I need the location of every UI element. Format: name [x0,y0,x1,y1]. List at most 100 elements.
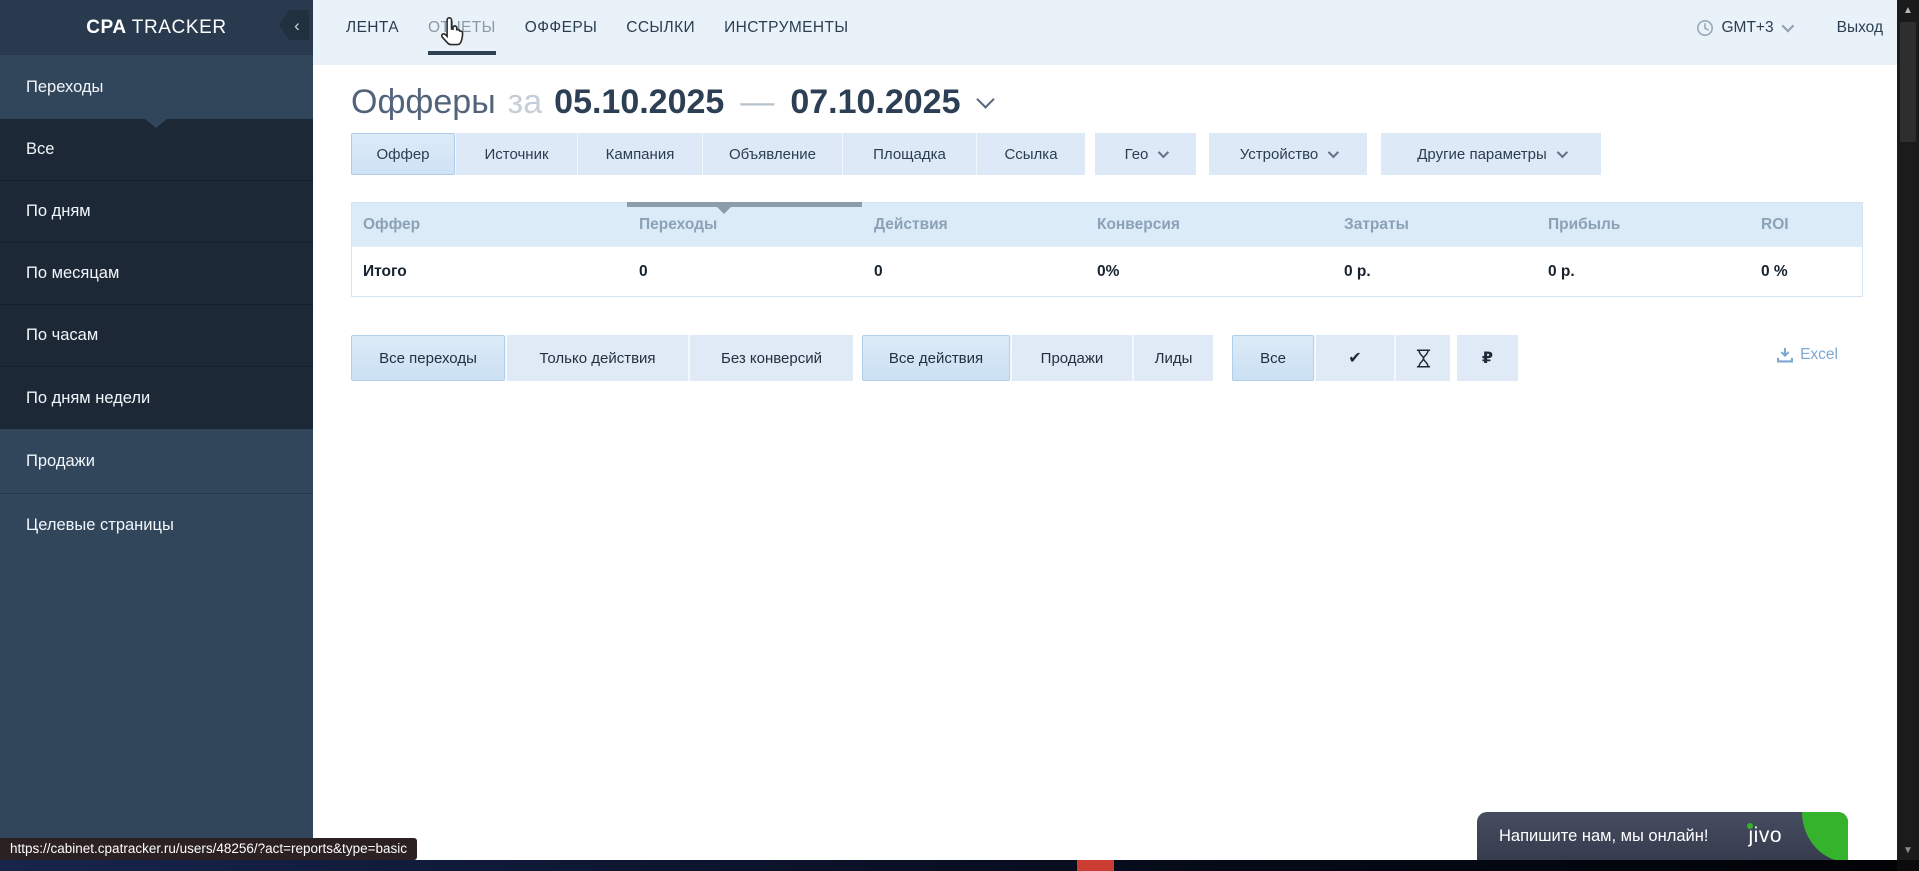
filter-bez-konversiy[interactable]: Без конверсий [688,335,853,381]
filter-vse-deystviya[interactable]: Все действия [862,335,1010,381]
filter-status-vse[interactable]: Все [1232,335,1314,381]
sidebar-item-po-dnyam[interactable]: По дням [0,181,313,243]
report-content: Офферы за 05.10.2025 — 07.10.2025 Оффер … [313,65,1897,860]
nav-item-lenta[interactable]: ЛЕНТА [346,0,399,55]
chat-message: Напишите нам, мы онлайн! [1499,827,1708,846]
tab-label: Оффер [376,146,429,163]
chevron-down-icon [1328,147,1339,158]
button-label: Лиды [1155,350,1193,367]
filter-prodazhi[interactable]: Продажи [1010,335,1132,381]
logout-link[interactable]: Выход [1837,19,1883,37]
check-icon: ✔ [1348,348,1361,368]
date-range-chevron-icon[interactable] [976,90,994,108]
sidebar: CPATRACKER ‹ Переходы Все По дням По мес… [0,0,313,860]
nav-item-ssylki[interactable]: ССЫЛКИ [626,0,695,55]
filter-pending-button[interactable] [1394,335,1450,381]
actions-filter-group: Все действия Продажи Лиды [862,335,1213,381]
tab-label: Ссылка [1004,146,1057,163]
tab-label: Источник [484,146,548,163]
col-header-offer[interactable]: Оффер [352,203,628,246]
export-excel-link[interactable]: Excel [1777,346,1838,364]
nav-item-label: ЛЕНТА [346,19,399,37]
tab-offer[interactable]: Оффер [351,133,455,175]
total-konversiya: 0% [1086,247,1333,296]
sidebar-submenu: Все По дням По месяцам По часам По дням … [0,119,313,429]
dropdown-label: Гео [1125,146,1149,163]
col-header-perehody[interactable]: Переходы [628,203,863,246]
tab-label: Кампания [606,146,675,163]
timezone-label: GMT+3 [1722,19,1774,37]
scroll-up-arrow-icon[interactable]: ▲ [1897,0,1919,20]
table-header-row: Оффер Переходы Действия Конверсия Затрат… [352,203,1862,246]
scrollbar-thumb[interactable] [1900,22,1916,142]
filter-ruble-button[interactable]: ₽ [1457,335,1518,381]
collapse-chevron-icon: ‹ [294,17,300,34]
tab-istochnik[interactable]: Источник [455,133,577,175]
tab-ssylka[interactable]: Ссылка [976,133,1085,175]
topbar-right-controls: GMT+3 Выход [1696,0,1884,55]
active-section-notch [145,119,167,128]
title-preposition: за [508,83,543,122]
sidebar-item-perehody[interactable]: Переходы [0,55,313,119]
col-header-roi[interactable]: ROI [1750,203,1862,246]
ruble-icon: ₽ [1482,348,1493,368]
device-dropdown[interactable]: Устройство [1209,133,1367,175]
sidebar-item-prodazhi[interactable]: Продажи [0,429,313,493]
sidebar-collapse-button[interactable]: ‹ [279,10,309,40]
geo-dropdown[interactable]: Гео [1095,133,1196,175]
total-pribyl: 0 р. [1537,247,1750,296]
sidebar-item-vse[interactable]: Все [0,119,313,181]
dropdown-label: Другие параметры [1417,146,1547,163]
total-perehody: 0 [628,247,863,296]
tab-obyavlenie[interactable]: Объявление [702,133,842,175]
filter-buttons-row: Все переходы Только действия Без конверс… [351,335,1518,381]
other-params-dropdown[interactable]: Другие параметры [1381,133,1601,175]
tab-kampaniya[interactable]: Кампания [577,133,702,175]
status-filter-group: Все ✔ [1232,335,1450,381]
total-deystviya: 0 [863,247,1086,296]
chevron-down-icon [1557,147,1568,158]
date-to[interactable]: 07.10.2025 [790,83,960,122]
sidebar-item-po-chasam[interactable]: По часам [0,305,313,367]
jivo-logo: jivo [1748,824,1782,848]
scroll-down-arrow-icon[interactable]: ▼ [1897,840,1919,860]
nav-item-label: ССЫЛКИ [626,19,695,37]
col-header-deystviya[interactable]: Действия [863,203,1086,246]
jivo-chat-widget[interactable]: Напишите нам, мы онлайн! jivo [1477,812,1848,860]
export-label: Excel [1800,346,1838,364]
sidebar-item-po-dnyam-nedeli[interactable]: По дням недели [0,367,313,429]
tab-label: Объявление [729,146,816,163]
col-header-zatraty[interactable]: Затраты [1333,203,1537,246]
button-label: Продажи [1041,350,1104,367]
chevron-down-icon [1781,20,1794,33]
taskbar-red-icon [1077,860,1114,871]
nav-item-instrumenty[interactable]: ИНСТРУМЕНТЫ [724,0,848,55]
nav-item-label: ОФФЕРЫ [525,19,597,37]
clock-icon [1696,19,1714,37]
button-label: Все [1260,350,1286,367]
filter-confirmed-button[interactable]: ✔ [1314,335,1394,381]
filter-lidy[interactable]: Лиды [1132,335,1213,381]
timezone-selector[interactable]: GMT+3 [1696,19,1791,37]
app-window: CPATRACKER ‹ Переходы Все По дням По мес… [0,0,1919,871]
sidebar-item-celevye-stranicy[interactable]: Целевые страницы [0,493,313,557]
download-icon [1777,348,1793,363]
sidebar-item-po-mesyacam[interactable]: По месяцам [0,243,313,305]
tab-ploshchadka[interactable]: Площадка [842,133,976,175]
nav-item-otchety[interactable]: ОТЧЕТЫ [428,0,496,55]
sidebar-item-label: По часам [26,326,98,345]
filter-vse-perehody[interactable]: Все переходы [351,335,505,381]
button-label: Все переходы [379,350,477,367]
date-from[interactable]: 05.10.2025 [554,83,724,122]
sidebar-item-label: По месяцам [26,264,119,283]
col-header-konversiya[interactable]: Конверсия [1086,203,1333,246]
dropdown-label: Устройство [1240,146,1318,163]
filter-tolko-deystviya[interactable]: Только действия [505,335,688,381]
col-header-pribyl[interactable]: Прибыль [1537,203,1750,246]
button-label: Без конверсий [721,350,822,367]
nav-item-offery[interactable]: ОФФЕРЫ [525,0,597,55]
vertical-scrollbar[interactable]: ▲ ▼ [1897,0,1919,871]
brand-logo-bold: CPA [86,17,127,38]
brand-logo-light: TRACKER [132,17,227,38]
nav-item-label: ИНСТРУМЕНТЫ [724,19,848,37]
